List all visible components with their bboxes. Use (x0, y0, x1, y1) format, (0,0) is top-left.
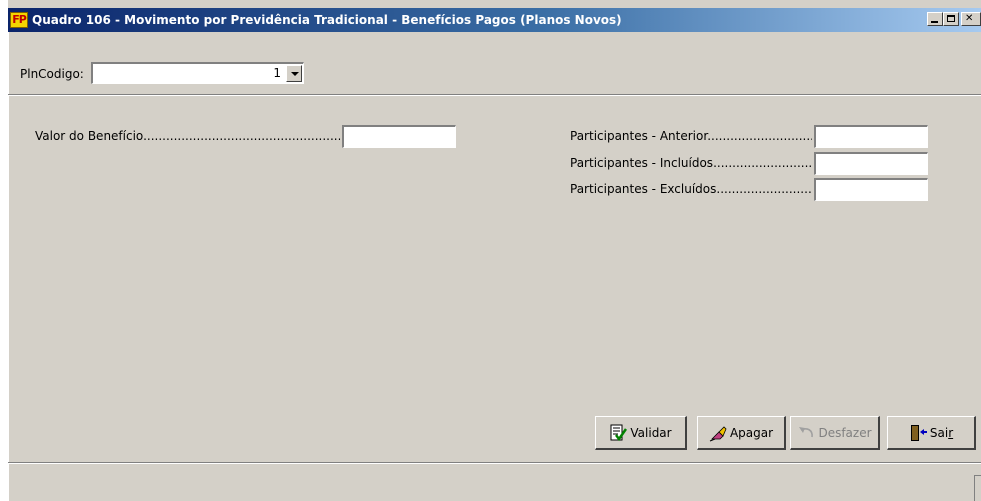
validate-checklist-icon (609, 424, 628, 442)
leader-dots: ........................................… (143, 129, 340, 143)
status-bar (8, 466, 981, 501)
undo-icon (797, 424, 815, 442)
divider (8, 94, 981, 96)
desfazer-button[interactable]: Desfazer (790, 416, 880, 450)
title-bar[interactable]: FP Quadro 106 - Movimento por Previdênci… (8, 8, 981, 32)
minimize-icon (931, 21, 938, 23)
desfazer-label: Desfazer (818, 425, 872, 440)
participantes-incluidos-label: Participantes - Incluídos...............… (570, 156, 812, 170)
exit-door-icon (909, 424, 927, 442)
close-button[interactable]: ✕ (961, 12, 981, 26)
participantes-anterior-label: Participantes - Anterior................… (570, 129, 812, 143)
status-panel (974, 475, 981, 501)
sair-label-accelerator: r (948, 425, 954, 440)
valor-beneficio-input[interactable] (342, 125, 456, 148)
apagar-button[interactable]: Apagar (697, 416, 786, 450)
sair-label: Sair (930, 426, 953, 440)
divider (8, 462, 981, 464)
sair-label-main: Sai (929, 425, 949, 440)
plncodigo-combobox[interactable]: 1 (91, 62, 304, 84)
chevron-down-icon[interactable] (286, 65, 302, 82)
apagar-label: Apagar (729, 425, 774, 440)
desktop-strip (0, 0, 8, 501)
maximize-icon (947, 15, 955, 22)
participantes-anterior-text: Participantes - Anterior (570, 129, 708, 143)
close-icon: ✕ (965, 13, 974, 24)
valor-beneficio-label: Valor do Benefício......................… (35, 129, 340, 143)
participantes-anterior-input[interactable] (814, 125, 928, 148)
participantes-excluidos-input[interactable] (814, 178, 928, 201)
validar-label: Validar (630, 425, 672, 440)
window-title: Quadro 106 - Movimento por Previdência T… (32, 13, 622, 27)
app-icon: FP (10, 12, 28, 28)
participantes-incluidos-input[interactable] (814, 152, 928, 175)
participantes-incluidos-text: Participantes - Incluídos (570, 156, 714, 170)
validar-button[interactable]: Validar (595, 416, 687, 450)
leader-dots: ........................................… (713, 156, 812, 170)
plncodigo-value: 1 (273, 66, 281, 80)
leader-dots: ........................................… (716, 182, 812, 196)
maximize-button[interactable] (943, 12, 959, 26)
participantes-excluidos-label: Participantes - Excluídos...............… (570, 182, 812, 196)
plncodigo-label: PlnCodigo: (20, 67, 84, 81)
valor-beneficio-text: Valor do Benefício (35, 129, 144, 143)
leader-dots: ........................................… (707, 129, 812, 143)
eraser-icon (709, 424, 727, 442)
sair-button[interactable]: Sair (887, 416, 976, 450)
participantes-excluidos-text: Participantes - Excluídos (570, 182, 717, 196)
minimize-button[interactable] (927, 12, 943, 26)
